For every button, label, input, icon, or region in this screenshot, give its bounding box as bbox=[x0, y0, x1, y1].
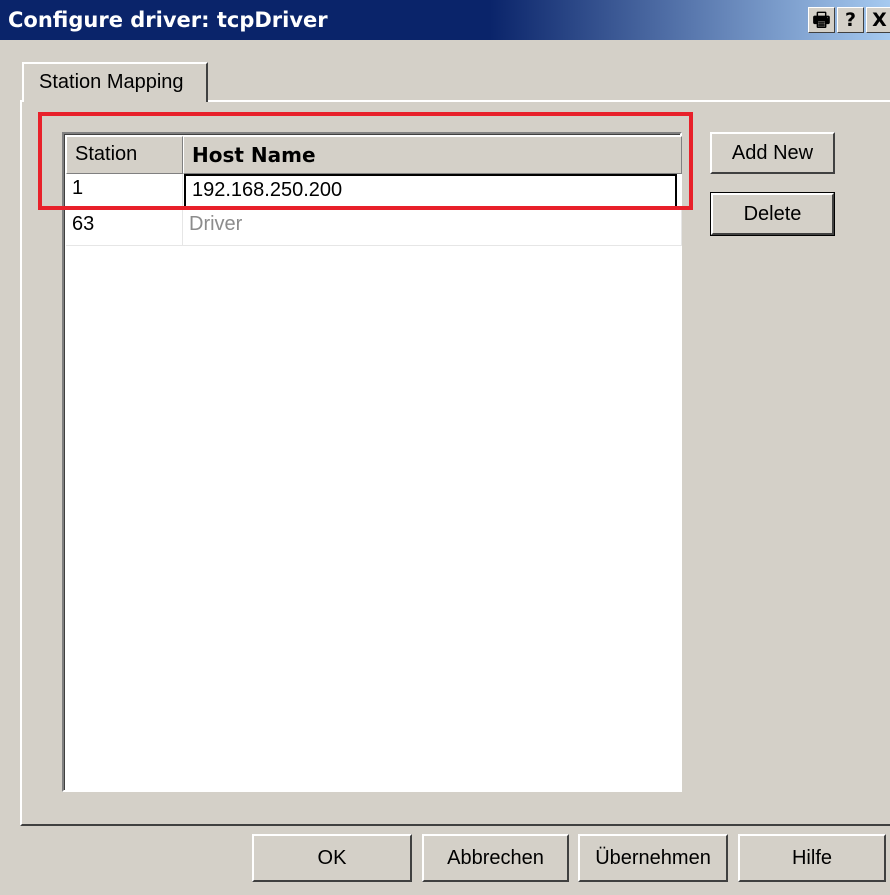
title-bar: Configure driver: tcpDriver 🖶 ? X bbox=[0, 0, 890, 40]
table-body: Station Host Name 1 192.168.250.200 63 D… bbox=[64, 134, 682, 790]
help-icon[interactable]: ? bbox=[837, 7, 864, 33]
tab-station-mapping[interactable]: Station Mapping bbox=[22, 62, 208, 102]
add-new-button[interactable]: Add New bbox=[710, 132, 835, 174]
ok-button[interactable]: OK bbox=[252, 834, 412, 882]
station-mapping-table[interactable]: Station Host Name 1 192.168.250.200 63 D… bbox=[62, 132, 682, 792]
tab-label: Station Mapping bbox=[39, 71, 184, 93]
table-cell-host-name[interactable]: Driver bbox=[183, 210, 682, 246]
table-cell-station[interactable]: 63 bbox=[66, 210, 183, 246]
cancel-button[interactable]: Abbrechen bbox=[422, 834, 569, 882]
apply-button[interactable]: Übernehmen bbox=[578, 834, 728, 882]
host-name-edit-field[interactable]: 192.168.250.200 bbox=[184, 174, 677, 210]
window-title: Configure driver: tcpDriver bbox=[8, 8, 328, 32]
column-header-station[interactable]: Station bbox=[66, 136, 183, 174]
table-cell-station[interactable]: 1 bbox=[66, 174, 183, 210]
delete-button[interactable]: Delete bbox=[710, 192, 835, 236]
help-button[interactable]: Hilfe bbox=[738, 834, 886, 882]
print-icon[interactable]: 🖶 bbox=[808, 7, 835, 33]
close-icon[interactable]: X bbox=[866, 7, 890, 33]
column-header-host-name[interactable]: Host Name bbox=[183, 136, 682, 174]
